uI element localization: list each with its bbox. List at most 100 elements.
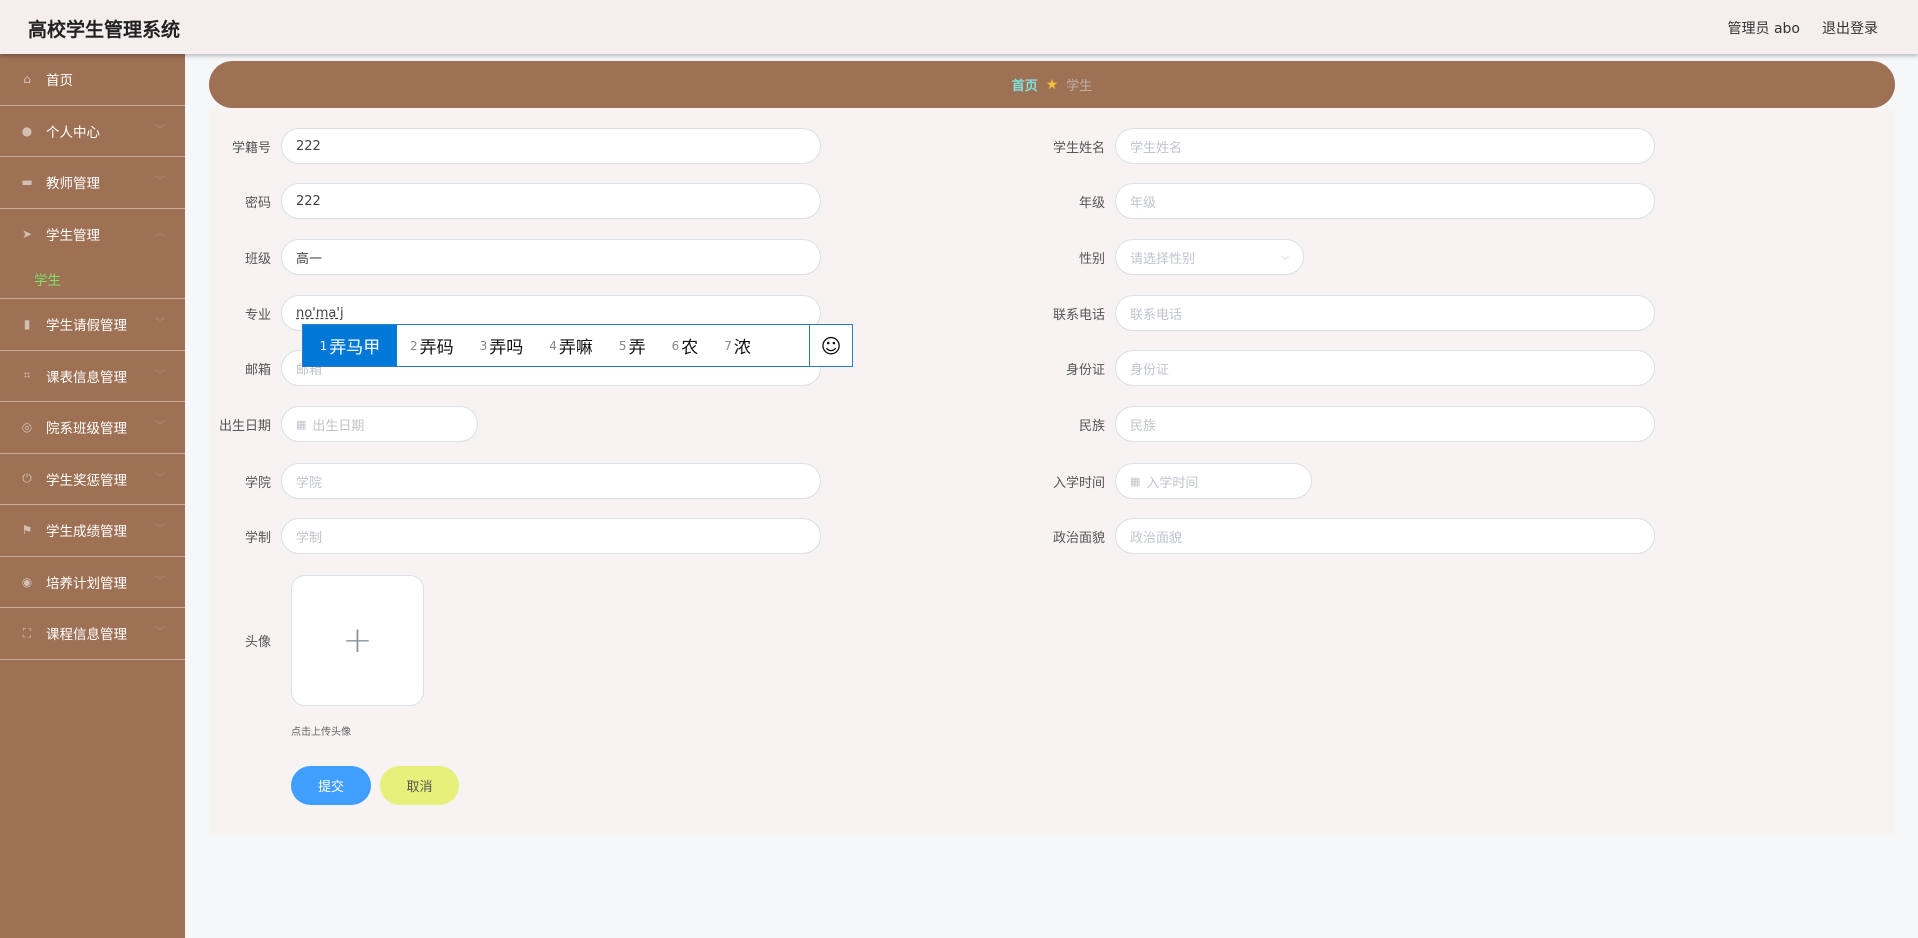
enrollment-placeholder: 入学时间 [1146,475,1199,491]
label-nianji: 年级 [1078,195,1105,211]
sidebar: ⌂ 首页 ● 个人中心 ﹀ ▬ 教师管理 ﹀ ➤ 学生管理 ︿ 学生 ▮ 学生请假管理 ﹀ ⌗ 课表信息管理 ﹀ ◎… [0,54,185,938]
submit-button[interactable]: 提交 [291,766,371,805]
sidebar-subitem-student[interactable]: 学生 [0,259,185,299]
sidebar-item-label: 首页 [46,73,73,90]
sidebar-item-10[interactable]: ⛶ 课程信息管理 ﹀ [0,608,185,660]
sidebar-item-label: 教师管理 [46,176,100,193]
ime-candidate[interactable]: 1 弄马甲 [303,325,397,366]
gender-select[interactable]: 请选择性别 ⌵ [1115,239,1304,275]
candidate-text: 弄 [628,338,646,358]
calendar-icon: ▦ [296,417,307,431]
sidebar-item-label: 学生管理 [46,228,100,245]
emoji-icon[interactable]: ☺ [809,325,852,366]
flag-icon: ⚑ [21,523,33,538]
chevron-down-icon: ﹀ [155,472,165,484]
birthdate-picker[interactable]: ▦ 出生日期 [281,406,478,442]
xuejihao-input[interactable]: 222 [281,128,821,164]
grade-input[interactable]: 年级 [1115,183,1655,219]
label-xingming: 学生姓名 [1052,140,1105,156]
globe-icon: ◉ [21,574,33,589]
sidebar-item-2[interactable]: ▬ 教师管理 ﹀ [0,157,185,209]
briefcase-icon: ▬ [21,175,33,190]
top-header: 高校学生管理系统 管理员 abo 退出登录 [0,0,1918,54]
phone-input[interactable]: 联系电话 [1115,295,1655,331]
app-title: 高校学生管理系统 [28,19,181,41]
sidebar-item-label: 学生奖惩管理 [46,472,127,489]
label-xueyuan: 学院 [244,475,271,491]
sidebar-item-6[interactable]: ◎ 院系班级管理 ﹀ [0,402,185,454]
user-label: 管理员 abo [1727,21,1800,37]
candidate-number: 4 [549,338,557,353]
label-xingbie: 性别 [1078,251,1105,267]
label-ruxue: 入学时间 [1052,475,1105,491]
sidebar-item-label: 学生请假管理 [46,318,127,335]
chevron-down-icon: ﹀ [155,627,165,638]
chevron-down-icon: ﹀ [155,524,165,535]
ethnicity-input[interactable]: 民族 [1115,406,1655,442]
candidate-number: 7 [724,338,732,353]
ime-candidate[interactable]: 4 弄嘛 [536,325,606,366]
ime-candidate-popup: 1 弄马甲 2 弄码 3 弄吗 4 弄嘛 5 弄 6 农 7 浓 ☺ [302,324,853,367]
sidebar-item-label: 课表信息管理 [46,369,127,386]
candidate-text: 弄码 [419,338,454,358]
candidate-text: 弄嘛 [558,338,593,358]
candidate-number: 1 [319,338,328,353]
student-name-input[interactable]: 学生姓名 [1115,128,1655,164]
label-touxiang: 头像 [244,634,271,650]
candidate-text: 弄吗 [489,338,524,358]
sidebar-item-label: 课程信息管理 [46,627,127,644]
power-icon: ⏻ [22,471,32,486]
id-card-input[interactable]: 身份证 [1115,350,1655,386]
sidebar-item-8[interactable]: ⚑ 学生成绩管理 ﹀ [0,505,185,557]
sidebar-item-3[interactable]: ➤ 学生管理 ︿ [0,209,185,261]
sidebar-item-label: 院系班级管理 [46,421,127,438]
star-icon: ★ [1045,76,1059,93]
ime-candidate[interactable]: 7浓 [711,325,764,366]
college-input[interactable]: 学院 [281,463,821,499]
ime-candidate[interactable]: 5弄 [606,325,659,366]
send-icon: ➤ [21,227,33,242]
sidebar-item-5[interactable]: ⌗ 课表信息管理 ﹀ [0,351,185,402]
chevron-down-icon: ﹀ [155,318,165,329]
chevron-up-icon: ︿ [155,227,165,239]
sidebar-item-9[interactable]: ◉ 培养计划管理 ﹀ [0,557,185,608]
fullscreen-icon: ⛶ [22,625,32,640]
cancel-button[interactable]: 取消 [380,766,459,805]
breadcrumb-home[interactable]: 首页 [1012,75,1038,94]
calendar-icon: ▦ [1130,474,1141,488]
chevron-down-icon: ﹀ [155,575,165,587]
ime-candidate[interactable]: 3 弄吗 [467,325,537,366]
candidate-text: 农 [681,338,699,358]
sidebar-item-7[interactable]: ⏻ 学生奖惩管理 ﹀ [0,454,185,505]
political-status-input[interactable]: 政治面貌 [1115,518,1655,554]
password-input[interactable]: 222 [281,183,821,219]
birthdate-placeholder: 出生日期 [312,418,365,434]
schooling-length-input[interactable]: 学制 [281,518,821,554]
label-youxiang: 邮箱 [244,362,271,378]
sidebar-item-label: 学生成绩管理 [46,524,127,541]
label-banji: 班级 [244,251,271,267]
chevron-down-icon: ﹀ [155,176,165,187]
user-icon: ● [21,123,33,138]
sidebar-item-1[interactable]: ● 个人中心 ﹀ [0,106,185,157]
logout-button[interactable]: 退出登录 [1822,18,1878,38]
enrollment-date-picker[interactable]: ▦ 入学时间 [1115,463,1312,499]
label-zhuanye: 专业 [244,307,271,323]
label-mima: 密码 [244,195,271,211]
sidebar-item-label: 培养计划管理 [46,575,127,592]
home-icon: ⌂ [23,72,31,87]
sidebar-item-4[interactable]: ▮ 学生请假管理 ﹀ [0,299,185,351]
sidebar-item-0[interactable]: ⌂ 首页 [0,54,185,106]
breadcrumb: 首页 ★ 学生 [209,61,1895,108]
label-chusheng: 出生日期 [218,418,271,434]
ime-candidate[interactable]: 2 弄码 [397,325,467,366]
class-input[interactable]: 高一 [281,239,821,275]
label-xuejihao: 学籍号 [231,140,271,156]
sidebar-item-label: 个人中心 [46,124,100,141]
chart-icon: ▮ [23,317,31,332]
label-zhengzhi: 政治面貌 [1052,530,1105,546]
avatar-upload[interactable]: + [291,575,424,706]
candidate-text: 浓 [733,338,751,358]
ime-candidate[interactable]: 6农 [659,325,712,366]
candidate-number: 6 [671,338,680,353]
